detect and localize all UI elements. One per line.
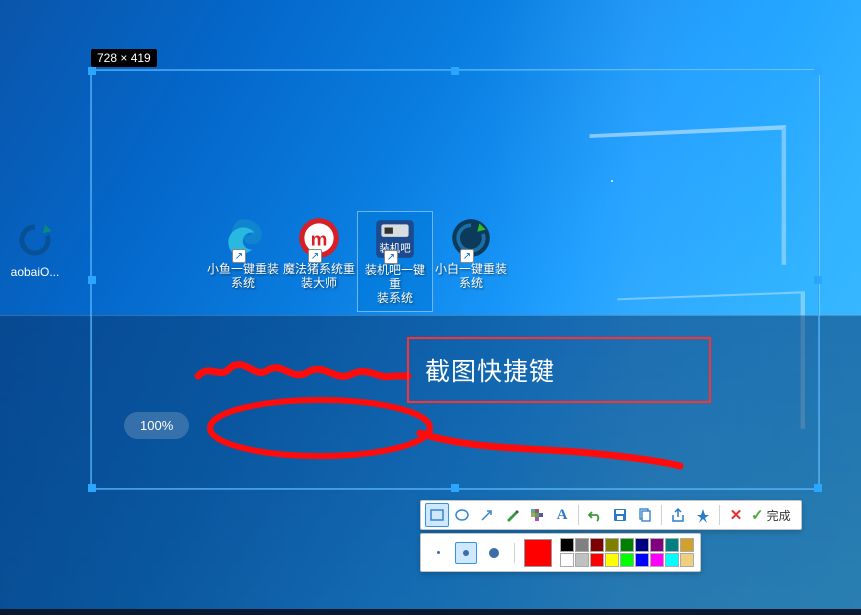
color-swatch[interactable]: [635, 538, 649, 552]
resize-handle-mr[interactable]: [814, 276, 822, 284]
complete-label: 完成: [767, 507, 791, 524]
color-swatch[interactable]: [665, 553, 679, 567]
toolbar-divider: [514, 543, 515, 563]
pen-tool-button[interactable]: [500, 503, 524, 527]
color-swatch[interactable]: [575, 538, 589, 552]
resize-handle-ml[interactable]: [88, 276, 96, 284]
resize-handle-bc[interactable]: [451, 484, 459, 492]
selection-size-badge: 728 × 419: [91, 49, 157, 67]
check-icon: ✓: [751, 506, 764, 524]
color-swatch[interactable]: [575, 553, 589, 567]
color-swatch[interactable]: [620, 538, 634, 552]
cancel-button[interactable]: ✕: [724, 503, 748, 527]
color-swatch[interactable]: [680, 538, 694, 552]
ellipse-tool-button[interactable]: [450, 503, 474, 527]
color-swatch[interactable]: [650, 553, 664, 567]
color-swatch[interactable]: [605, 553, 619, 567]
color-swatch[interactable]: [590, 538, 604, 552]
toolbar-divider: [661, 505, 662, 525]
color-swatch[interactable]: [680, 553, 694, 567]
resize-handle-tr[interactable]: [814, 67, 822, 75]
undo-button[interactable]: [583, 503, 607, 527]
brush-options-toolbar: [420, 533, 701, 572]
mosaic-tool-button[interactable]: [525, 503, 549, 527]
toolbar-divider: [719, 505, 720, 525]
rectangle-tool-button[interactable]: [425, 503, 449, 527]
brush-size-small[interactable]: [427, 542, 449, 564]
refresh-icon: [14, 219, 56, 261]
pin-button[interactable]: [691, 503, 715, 527]
save-button[interactable]: [608, 503, 632, 527]
color-swatch[interactable]: [665, 538, 679, 552]
screenshot-selection[interactable]: 728 × 419: [91, 70, 819, 489]
color-swatch[interactable]: [650, 538, 664, 552]
copy-button[interactable]: [633, 503, 657, 527]
complete-button[interactable]: ✓ 完成: [749, 503, 797, 527]
toolbar-divider: [578, 505, 579, 525]
color-swatch[interactable]: [590, 553, 604, 567]
share-button[interactable]: [666, 503, 690, 527]
resize-handle-bl[interactable]: [88, 484, 96, 492]
resize-handle-tl[interactable]: [88, 67, 96, 75]
arrow-tool-button[interactable]: [475, 503, 499, 527]
color-swatch[interactable]: [635, 553, 649, 567]
current-color-swatch[interactable]: [524, 539, 552, 567]
desktop-icon-partial[interactable]: aobaiO...: [0, 219, 70, 279]
text-tool-button[interactable]: A: [550, 503, 574, 527]
color-swatch[interactable]: [560, 538, 574, 552]
color-swatch[interactable]: [605, 538, 619, 552]
resize-handle-br[interactable]: [814, 484, 822, 492]
color-swatch[interactable]: [620, 553, 634, 567]
color-swatch[interactable]: [560, 553, 574, 567]
color-palette: [560, 538, 694, 567]
brush-size-medium[interactable]: [455, 542, 477, 564]
resize-handle-tc[interactable]: [451, 67, 459, 75]
screenshot-toolbar: A ✕ ✓ 完成: [420, 500, 802, 530]
icon-label: aobaiO...: [0, 265, 70, 279]
brush-size-large[interactable]: [483, 542, 505, 564]
